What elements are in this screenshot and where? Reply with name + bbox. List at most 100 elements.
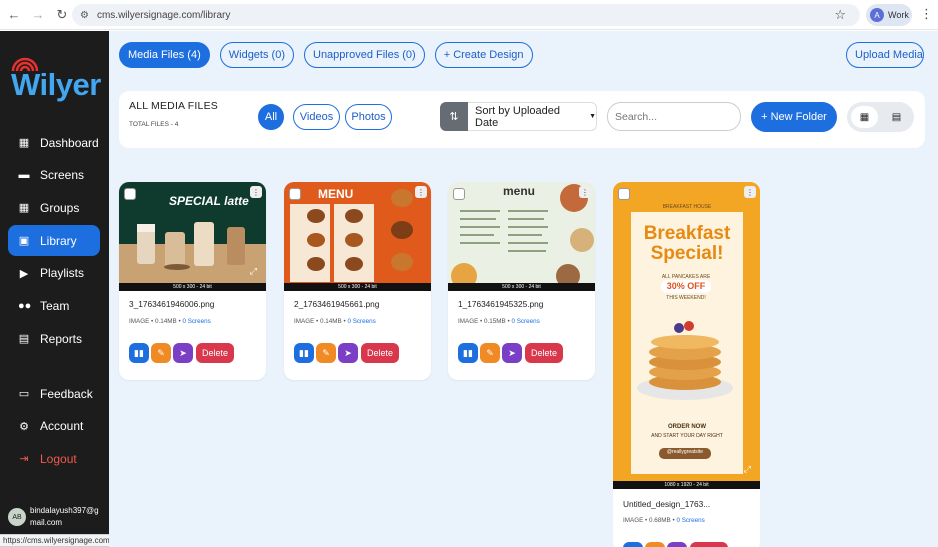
- edit-button[interactable]: ✎: [645, 542, 665, 547]
- dashboard-icon: ▦: [18, 137, 30, 149]
- sidebar-item-label: Account: [40, 419, 84, 434]
- browser-toolbar: ← → ↻ ⚙ cms.wilyersignage.com/library ☆ …: [0, 0, 938, 30]
- file-type: IMAGE: [623, 517, 644, 524]
- delete-button[interactable]: Delete: [690, 542, 729, 547]
- filter-videos[interactable]: Videos: [293, 104, 340, 130]
- new-folder-button[interactable]: + New Folder: [751, 102, 837, 132]
- create-design-button[interactable]: + Create Design: [434, 42, 533, 68]
- brand-name: Wilyer: [11, 67, 101, 102]
- media-card[interactable]: MENU ⋮ 500 x 300 - 24 bit 2_176346194566…: [284, 182, 431, 380]
- delete-button[interactable]: Delete: [361, 343, 400, 363]
- back-arrow-icon[interactable]: ←: [4, 5, 24, 25]
- publish-button[interactable]: ➤: [338, 343, 358, 363]
- edit-button[interactable]: ✎: [151, 343, 171, 363]
- user-profile[interactable]: AB bindalayush397@gmail.com: [8, 505, 104, 529]
- stats-button[interactable]: ▮▮: [623, 542, 643, 547]
- sidebar-item-feedback[interactable]: ▭ Feedback: [8, 378, 100, 409]
- tab-widgets[interactable]: Widgets (0): [219, 42, 294, 68]
- stats-button[interactable]: ▮▮: [458, 343, 478, 363]
- select-checkbox[interactable]: [453, 188, 465, 200]
- screens-link[interactable]: 0 Screens: [182, 318, 210, 325]
- url-text: cms.wilyersignage.com/library: [96, 9, 231, 21]
- team-icon: ●●: [18, 299, 32, 312]
- reload-icon[interactable]: ↻: [52, 5, 72, 25]
- gear-icon: ⚙: [19, 420, 29, 433]
- filter-photos[interactable]: Photos: [345, 104, 392, 130]
- wilyer-logo[interactable]: Wilyer: [8, 55, 103, 103]
- sidebar-item-team[interactable]: ●● Team: [8, 290, 100, 321]
- address-bar[interactable]: ⚙ cms.wilyersignage.com/library ☆: [72, 4, 860, 26]
- thumb-brand: BREAKFAST HOUSE: [662, 204, 712, 210]
- publish-button[interactable]: ➤: [173, 343, 193, 363]
- sort-dropdown[interactable]: Sort by Uploaded Date ▼: [468, 102, 597, 131]
- thumb-title: Breakfast Special!: [643, 223, 731, 264]
- file-size: 0.68MB: [649, 517, 671, 524]
- screens-link[interactable]: 0 Screens: [347, 318, 375, 325]
- upload-media-button[interactable]: Upload Media: [846, 42, 924, 68]
- sidebar-item-library[interactable]: ▣ Library: [8, 225, 100, 257]
- select-checkbox[interactable]: [618, 188, 630, 200]
- sidebar-item-logout[interactable]: ⇥ Logout: [8, 443, 100, 474]
- thumb-badge: 30% OFF: [661, 280, 711, 293]
- sidebar-item-playlists[interactable]: ▶ Playlists: [8, 258, 100, 289]
- thumb-title: SPECIAL latte: [169, 194, 249, 208]
- avatar: AB: [8, 508, 26, 526]
- expand-icon[interactable]: ⤢: [744, 464, 751, 475]
- media-card[interactable]: menu ⋮ 500 x 300 - 24 bit 1_176346194532…: [448, 182, 595, 380]
- more-options-icon[interactable]: ⋮: [250, 186, 262, 198]
- dimension-label: 500 x 300 - 24 bit: [284, 283, 431, 291]
- search-input[interactable]: [607, 102, 741, 131]
- media-thumbnail[interactable]: MENU ⋮ 500 x 300 - 24 bit: [284, 182, 431, 291]
- publish-button[interactable]: ➤: [502, 343, 522, 363]
- browser-menu-icon[interactable]: ⋮: [920, 6, 933, 22]
- delete-button[interactable]: Delete: [196, 343, 235, 363]
- card-actions: ▮▮ ✎ ➤ Delete: [294, 343, 400, 363]
- file-name: Untitled_design_1763...: [623, 499, 711, 509]
- media-card[interactable]: SPECIAL latte ⋮ ⤢ 500 x 300 - 24 bit 3_1…: [119, 182, 266, 380]
- grid-view-icon[interactable]: ▦: [851, 106, 878, 128]
- publish-button[interactable]: ➤: [667, 542, 687, 547]
- select-checkbox[interactable]: [124, 188, 136, 200]
- media-card[interactable]: BREAKFAST HOUSE Breakfast Special! ALL P…: [613, 182, 760, 547]
- restaurant-menu-thumbnail-image: [448, 182, 595, 291]
- screens-link[interactable]: 0 Screens: [676, 517, 704, 524]
- more-options-icon[interactable]: ⋮: [415, 186, 427, 198]
- sort-order-icon[interactable]: ⇅: [440, 102, 468, 131]
- library-folder-icon: ▣: [18, 235, 30, 248]
- edit-button[interactable]: ✎: [480, 343, 500, 363]
- file-meta: IMAGE • 0.68MB • 0 Screens: [623, 517, 705, 524]
- screens-link[interactable]: 0 Screens: [511, 318, 539, 325]
- file-name: 2_1763461945661.png: [294, 299, 380, 309]
- media-thumbnail[interactable]: BREAKFAST HOUSE Breakfast Special! ALL P…: [613, 182, 760, 489]
- expand-icon[interactable]: ⤢: [250, 266, 257, 277]
- forward-arrow-icon[interactable]: →: [28, 5, 48, 25]
- card-actions: ▮▮ ✎ ➤ Delete: [129, 343, 235, 363]
- table-view-icon[interactable]: ▤: [883, 106, 910, 128]
- sidebar-nav: ▦ Dashboard ▬ Screens ▦ Groups ▣ Library…: [8, 127, 100, 356]
- tab-unapproved-files[interactable]: Unapproved Files (0): [304, 42, 425, 68]
- profile-button[interactable]: A Work: [866, 4, 912, 26]
- sidebar-item-screens[interactable]: ▬ Screens: [8, 160, 100, 191]
- more-options-icon[interactable]: ⋮: [579, 186, 591, 198]
- stats-button[interactable]: ▮▮: [294, 343, 314, 363]
- filter-all[interactable]: All: [258, 104, 284, 130]
- sidebar-bottom-nav: ▭ Feedback ⚙ Account ⇥ Logout: [8, 378, 100, 476]
- stats-button[interactable]: ▮▮: [129, 343, 149, 363]
- reports-icon: ▤: [18, 333, 30, 346]
- file-size: 0.15MB: [484, 318, 506, 325]
- media-thumbnail[interactable]: menu ⋮ 500 x 300 - 24 bit: [448, 182, 595, 291]
- bookmark-star-icon[interactable]: ☆: [834, 7, 846, 23]
- site-settings-icon[interactable]: ⚙: [80, 10, 89, 21]
- select-checkbox[interactable]: [289, 188, 301, 200]
- sidebar-item-account[interactable]: ⚙ Account: [8, 411, 100, 442]
- media-thumbnail[interactable]: SPECIAL latte ⋮ ⤢ 500 x 300 - 24 bit: [119, 182, 266, 291]
- sidebar-item-label: Logout: [40, 451, 77, 466]
- delete-button[interactable]: Delete: [525, 343, 564, 363]
- more-options-icon[interactable]: ⋮: [744, 186, 756, 198]
- sidebar-item-groups[interactable]: ▦ Groups: [8, 192, 100, 223]
- sidebar-item-reports[interactable]: ▤ Reports: [8, 323, 100, 354]
- sidebar-item-dashboard[interactable]: ▦ Dashboard: [8, 127, 100, 158]
- thumb-order: ORDER NOW: [668, 424, 706, 430]
- tab-media-files[interactable]: Media Files (4): [119, 42, 210, 68]
- edit-button[interactable]: ✎: [316, 343, 336, 363]
